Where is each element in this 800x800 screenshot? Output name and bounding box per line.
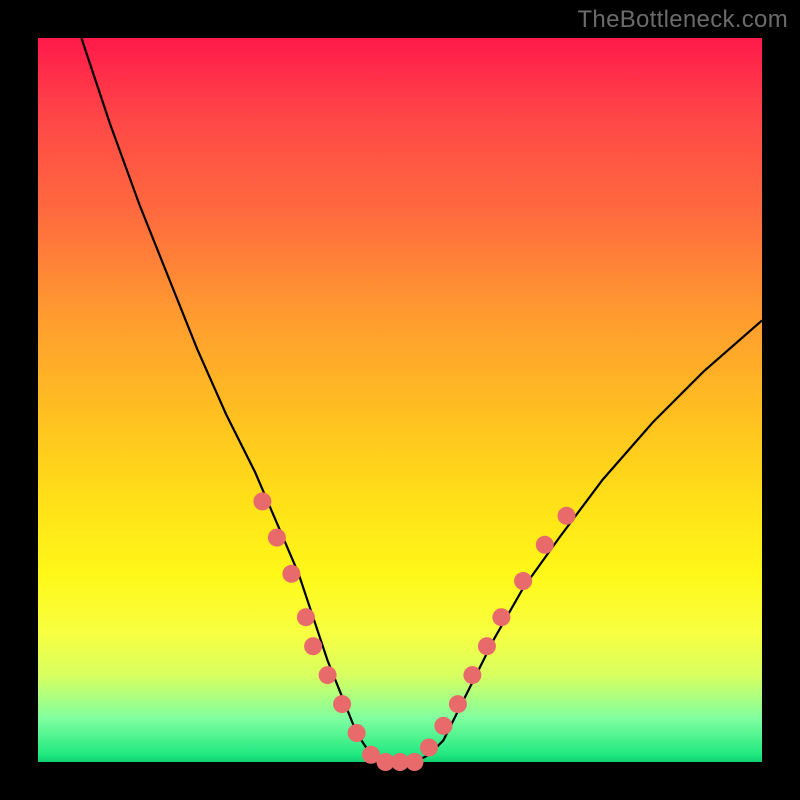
left-dot-6 <box>319 666 337 684</box>
left-dot-4 <box>297 608 315 626</box>
right-dot-9 <box>558 507 576 525</box>
left-dot-8 <box>348 724 366 742</box>
right-dot-1 <box>420 739 438 757</box>
right-dot-3 <box>449 695 467 713</box>
right-dot-4 <box>463 666 481 684</box>
chart-plot-area <box>38 38 762 762</box>
left-dot-2 <box>268 529 286 547</box>
right-dot-5 <box>478 637 496 655</box>
right-dot-8 <box>536 536 554 554</box>
left-dot-5 <box>304 637 322 655</box>
right-dot-6 <box>492 608 510 626</box>
watermark-text: TheBottleneck.com <box>577 6 788 34</box>
flat-dot-4 <box>406 753 424 771</box>
left-dot-1 <box>253 492 271 510</box>
left-dot-3 <box>282 565 300 583</box>
right-dot-2 <box>434 717 452 735</box>
left-dot-7 <box>333 695 351 713</box>
bottleneck-curve <box>81 38 762 762</box>
data-points-group <box>253 492 575 771</box>
chart-frame: TheBottleneck.com <box>0 0 800 800</box>
right-dot-7 <box>514 572 532 590</box>
chart-svg <box>38 38 762 762</box>
